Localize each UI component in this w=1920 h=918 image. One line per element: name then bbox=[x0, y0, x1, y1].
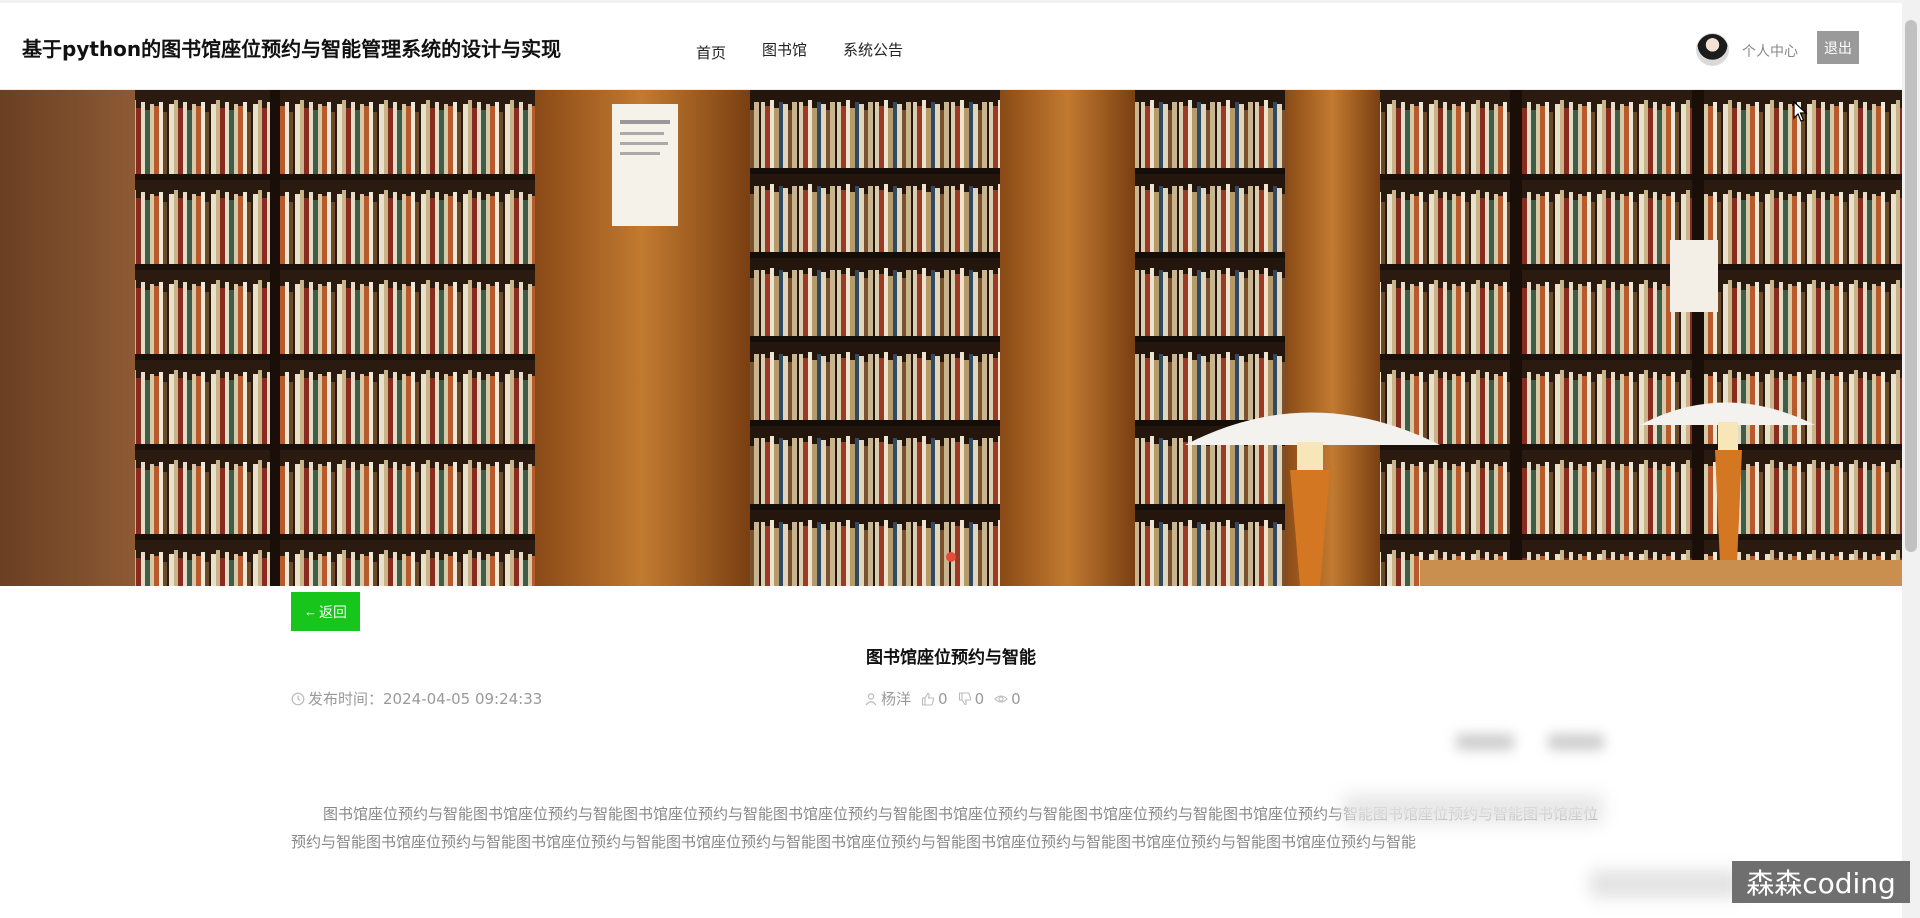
publish-time-value: 2024-04-05 09:24:33 bbox=[383, 689, 543, 708]
blurred-controls bbox=[1456, 734, 1604, 750]
view-count-value: 0 bbox=[1011, 689, 1021, 708]
dislike-count[interactable]: 0 bbox=[958, 689, 985, 708]
back-button[interactable]: ← 返回 bbox=[291, 592, 360, 631]
blurred-region-bottom bbox=[1590, 870, 1740, 898]
view-count: 0 bbox=[994, 690, 1021, 708]
eye-icon bbox=[994, 694, 1008, 703]
nav-library[interactable]: 图书馆 bbox=[762, 39, 807, 60]
like-count[interactable]: 0 bbox=[921, 690, 948, 708]
article-title: 图书馆座位预约与智能 bbox=[866, 648, 1036, 668]
library-banner-image bbox=[0, 90, 1902, 586]
banner-carousel bbox=[0, 90, 1902, 586]
thumbs-up-icon bbox=[921, 692, 935, 706]
scrollbar-thumb[interactable] bbox=[1905, 20, 1917, 552]
article-stats: 杨洋 0 0 0 bbox=[864, 688, 1031, 709]
user-icon bbox=[865, 692, 877, 705]
page-scrollbar[interactable] bbox=[1902, 0, 1920, 918]
nav-announcements[interactable]: 系统公告 bbox=[843, 39, 903, 60]
author-name: 杨洋 bbox=[881, 690, 912, 708]
nav-home[interactable]: 首页 bbox=[696, 42, 726, 63]
logout-button[interactable]: 退出 bbox=[1817, 31, 1859, 64]
blurred-region bbox=[1343, 794, 1603, 824]
main-nav: 首页 图书馆 系统公告 bbox=[696, 39, 939, 63]
author: 杨洋 bbox=[864, 688, 911, 709]
mouse-cursor-icon bbox=[1793, 101, 1808, 122]
thumbs-down-icon bbox=[958, 691, 971, 705]
top-header: 基于python的图书馆座位预约与智能管理系统的设计与实现 首页 图书馆 系统公… bbox=[0, 0, 1902, 90]
watermark: 森森coding bbox=[1732, 861, 1910, 903]
like-count-value: 0 bbox=[938, 689, 948, 708]
clock-icon bbox=[291, 692, 305, 705]
arrow-left-icon: ← bbox=[304, 604, 317, 619]
avatar[interactable] bbox=[1696, 33, 1729, 66]
carousel-indicator[interactable] bbox=[946, 552, 956, 562]
dislike-count-value: 0 bbox=[974, 689, 985, 708]
back-button-label: 返回 bbox=[319, 603, 347, 620]
user-center-link[interactable]: 个人中心 bbox=[1742, 41, 1798, 61]
publish-time: 发布时间： 2024-04-05 09:24:33 bbox=[291, 688, 542, 709]
publish-label: 发布时间： bbox=[308, 690, 384, 708]
site-title: 基于python的图书馆座位预约与智能管理系统的设计与实现 bbox=[22, 37, 562, 61]
